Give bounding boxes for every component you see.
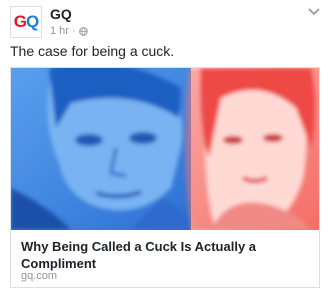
- post-meta: 1 hr ·: [50, 25, 88, 37]
- page-name-link[interactable]: GQ: [50, 6, 72, 22]
- post-timestamp[interactable]: 1 hr: [50, 25, 69, 37]
- avatar-letter-q: Q: [26, 12, 39, 31]
- avatar-letter-g: G: [13, 12, 27, 31]
- chevron-down-icon[interactable]: [308, 8, 320, 16]
- link-preview-image[interactable]: [11, 68, 319, 230]
- page-avatar[interactable]: GQ: [10, 6, 42, 38]
- post-header: GQ GQ 1 hr ·: [10, 4, 322, 40]
- meta-separator: ·: [71, 25, 76, 37]
- link-preview-domain: gq.com: [21, 270, 58, 282]
- post-status-text: The case for being a cuck.: [10, 43, 175, 59]
- preview-image-graphic: [11, 68, 319, 230]
- link-preview-card[interactable]: Why Being Called a Cuck Is Actually a Co…: [10, 67, 320, 288]
- link-preview-title[interactable]: Why Being Called a Cuck Is Actually a Co…: [21, 238, 309, 272]
- globe-icon: [78, 26, 88, 36]
